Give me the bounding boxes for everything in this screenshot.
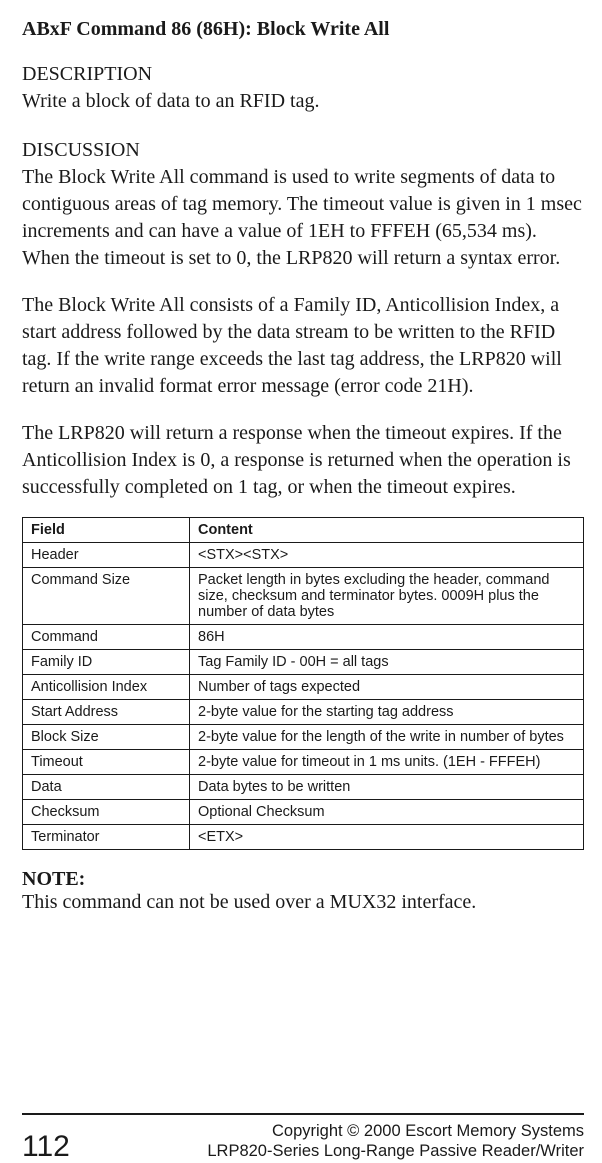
table-row: Command 86H <box>23 625 584 650</box>
discussion-heading: DISCUSSION <box>22 139 584 162</box>
command-title: ABxF Command 86 (86H): Block Write All <box>22 18 584 41</box>
discussion-paragraph-3: The LRP820 will return a response when t… <box>22 420 584 501</box>
description-heading: DESCRIPTION <box>22 63 584 86</box>
page: ABxF Command 86 (86H): Block Write All D… <box>0 0 602 1162</box>
table-cell-content: <STX><STX> <box>190 543 584 568</box>
table-cell-field: Command <box>23 625 190 650</box>
table-cell-field: Block Size <box>23 725 190 750</box>
table-cell-content: Data bytes to be written <box>190 775 584 800</box>
table-cell-field: Anticollision Index <box>23 675 190 700</box>
page-footer: 112 Copyright © 2000 Escort Memory Syste… <box>22 1073 584 1162</box>
table-row: Family ID Tag Family ID - 00H = all tags <box>23 650 584 675</box>
table-cell-content: Optional Checksum <box>190 800 584 825</box>
table-cell-content: Packet length in bytes excluding the hea… <box>190 568 584 625</box>
table-row: Terminator <ETX> <box>23 825 584 850</box>
table-cell-field: Checksum <box>23 800 190 825</box>
table-cell-content: 86H <box>190 625 584 650</box>
table-header-field: Field <box>23 518 190 543</box>
table-cell-content: Tag Family ID - 00H = all tags <box>190 650 584 675</box>
table-cell-field: Start Address <box>23 700 190 725</box>
table-cell-field: Command Size <box>23 568 190 625</box>
table-header-row: Field Content <box>23 518 584 543</box>
table-row: Data Data bytes to be written <box>23 775 584 800</box>
table-header-content: Content <box>190 518 584 543</box>
table-cell-content: 2-byte value for the starting tag addres… <box>190 700 584 725</box>
discussion-paragraph-2: The Block Write All consists of a Family… <box>22 292 584 400</box>
table-cell-field: Terminator <box>23 825 190 850</box>
footer-copy-line-1: Copyright © 2000 Escort Memory Systems <box>207 1121 584 1142</box>
table-row: Start Address 2-byte value for the start… <box>23 700 584 725</box>
note-text: This command can not be used over a MUX3… <box>22 891 584 914</box>
table-row: Header <STX><STX> <box>23 543 584 568</box>
discussion-paragraph-1: The Block Write All command is used to w… <box>22 164 584 272</box>
table-row: Timeout 2-byte value for timeout in 1 ms… <box>23 750 584 775</box>
note-heading: NOTE: <box>22 868 584 891</box>
table-row: Block Size 2-byte value for the length o… <box>23 725 584 750</box>
footer-row: 112 Copyright © 2000 Escort Memory Syste… <box>22 1121 584 1162</box>
footer-copy-line-2: LRP820-Series Long-Range Passive Reader/… <box>207 1141 584 1162</box>
table-cell-field: Data <box>23 775 190 800</box>
footer-rule <box>22 1113 584 1115</box>
table-row: Command Size Packet length in bytes excl… <box>23 568 584 625</box>
table-row: Anticollision Index Number of tags expec… <box>23 675 584 700</box>
command-table: Field Content Header <STX><STX> Command … <box>22 517 584 850</box>
table-cell-field: Timeout <box>23 750 190 775</box>
table-cell-field: Header <box>23 543 190 568</box>
page-number: 112 <box>22 1132 70 1162</box>
footer-copy: Copyright © 2000 Escort Memory Systems L… <box>207 1121 584 1162</box>
table-cell-field: Family ID <box>23 650 190 675</box>
table-cell-content: 2-byte value for the length of the write… <box>190 725 584 750</box>
table-cell-content: <ETX> <box>190 825 584 850</box>
table-row: Checksum Optional Checksum <box>23 800 584 825</box>
table-cell-content: 2-byte value for timeout in 1 ms units. … <box>190 750 584 775</box>
description-text: Write a block of data to an RFID tag. <box>22 88 584 115</box>
table-cell-content: Number of tags expected <box>190 675 584 700</box>
